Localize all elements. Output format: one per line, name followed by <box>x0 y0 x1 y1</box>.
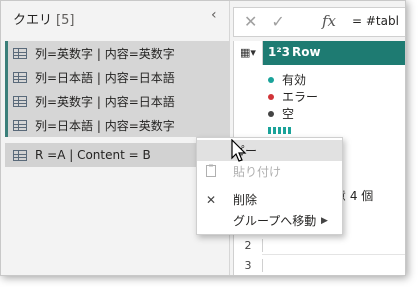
menu-item-move-to-group[interactable]: グループへ移動 ▶ <box>197 210 342 231</box>
query-pane-header: クエリ [5] <box>13 9 74 28</box>
query-item[interactable]: 列=日本語 | 内容=英数字 <box>5 113 229 137</box>
mouse-cursor-icon <box>231 138 247 167</box>
table-icon <box>13 47 27 59</box>
empty-dot-icon <box>268 110 274 117</box>
quality-valid: 有効100 <box>268 71 318 88</box>
menu-item-delete[interactable]: ✕ 削除 <box>197 189 342 210</box>
formula-bar: ✕✓ fx = #tabl <box>233 7 405 37</box>
menu-item-paste[interactable]: 貼り付け <box>197 161 342 182</box>
query-item-label: 列=英数字 | 内容=日本語 <box>35 94 175 109</box>
query-pane-title: クエリ <box>13 13 53 28</box>
formula-buttons: ✕✓ <box>244 12 299 31</box>
table-icon <box>13 71 27 83</box>
table-menu-icon: ▦▾ <box>240 46 256 59</box>
row-number: 2 <box>234 239 263 252</box>
row-number: 3 <box>234 259 263 272</box>
power-query-window: クエリ [5] ‹ 列=英数字 | 内容=英数字 列=日本語 | 内容=日本語 列… <box>0 0 406 276</box>
row-divider <box>262 254 405 255</box>
column-header[interactable]: ▦▾ 1²3 Row <box>234 41 405 65</box>
menu-item-copy[interactable]: ピー <box>197 140 342 161</box>
table-icon <box>13 149 27 161</box>
query-item-label: 列=日本語 | 内容=英数字 <box>35 118 175 133</box>
paste-icon <box>203 164 219 180</box>
delete-icon: ✕ <box>205 192 217 207</box>
distribution-bars <box>268 127 292 134</box>
fx-icon[interactable]: fx <box>322 12 336 30</box>
query-item-label: R =A | Content = B <box>35 148 151 162</box>
query-item[interactable]: 列=英数字 | 内容=英数字 <box>5 41 229 65</box>
query-item[interactable]: 列=日本語 | 内容=日本語 <box>5 65 229 89</box>
column-quality: 有効100 エラー 空 <box>268 71 318 122</box>
column-name: Row <box>292 45 321 59</box>
column-type-icon[interactable]: 1²3 <box>268 45 290 59</box>
error-dot-icon <box>268 93 274 100</box>
cancel-icon[interactable]: ✕ <box>244 12 271 31</box>
commit-icon[interactable]: ✓ <box>271 12 298 31</box>
submenu-arrow-icon: ▶ <box>321 215 328 226</box>
collapse-pane-button[interactable]: ‹ <box>211 7 217 23</box>
query-count: [5] <box>56 13 75 28</box>
quality-empty: 空 <box>268 105 318 122</box>
query-item-label: 列=日本語 | 内容=日本語 <box>35 70 175 85</box>
query-item[interactable]: 列=英数字 | 内容=日本語 <box>5 89 229 113</box>
valid-dot-icon <box>268 76 274 83</box>
table-menu-button[interactable]: ▦▾ <box>234 41 263 65</box>
context-menu: ピー 貼り付け ✕ 削除 グループへ移動 ▶ <box>196 137 343 235</box>
query-item-label: 列=英数字 | 内容=英数字 <box>35 46 175 61</box>
table-icon <box>13 95 27 107</box>
table-icon <box>13 119 27 131</box>
quality-error: エラー <box>268 88 318 105</box>
formula-input[interactable]: = #tabl <box>352 14 399 28</box>
